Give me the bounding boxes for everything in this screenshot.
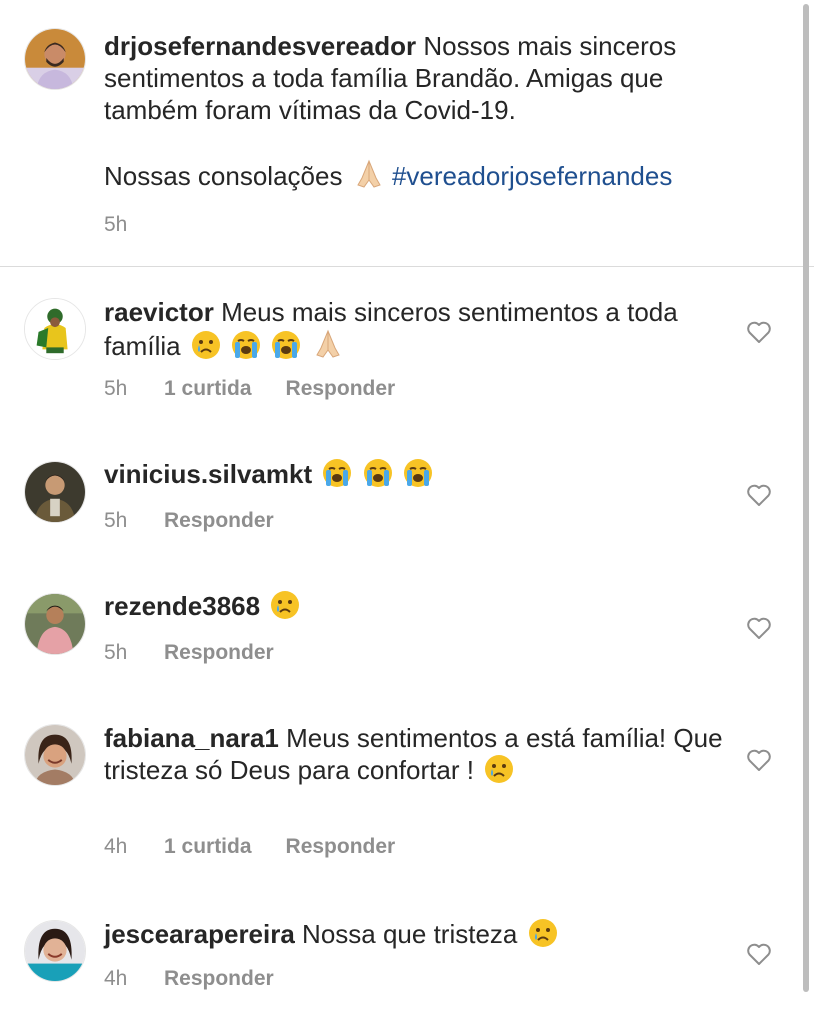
comment-text: vinicius.silvamkt (104, 458, 724, 495)
caption-username[interactable]: drjosefernandesvereador (104, 31, 416, 61)
comment-username[interactable]: rezende3868 (104, 591, 260, 621)
caption-hashtag[interactable]: #vereadorjosefernandes (392, 161, 672, 191)
loudly-crying-face-icon (363, 458, 393, 495)
comment-meta: 4h Responder (104, 966, 274, 992)
post-caption: drjosefernandesvereador Nossos mais sinc… (0, 0, 800, 266)
reply-button[interactable]: Responder (164, 508, 274, 534)
heart-outline-icon[interactable] (746, 616, 772, 640)
comment-username[interactable]: jescearapereira (104, 919, 295, 949)
loudly-crying-face-icon (322, 458, 352, 495)
comment-body: Nossa que tristeza (294, 919, 518, 949)
heart-outline-icon[interactable] (746, 483, 772, 507)
comment-username[interactable]: vinicius.silvamkt (104, 459, 312, 489)
caption-text: drjosefernandesvereador Nossos mais sinc… (104, 30, 744, 197)
comment-avatar[interactable] (24, 298, 86, 360)
caption-closing: Nossas consolações (104, 161, 343, 191)
folded-hands-icon (353, 158, 385, 197)
crying-face-icon (484, 754, 514, 791)
comment-username[interactable]: fabiana_nara1 (104, 723, 279, 753)
comment-timestamp: 5h (104, 509, 128, 532)
folded-hands-icon (312, 328, 344, 367)
comment-timestamp: 4h (104, 835, 128, 858)
crying-face-icon (191, 330, 221, 367)
comment-avatar[interactable] (24, 461, 86, 523)
crying-face-icon (528, 918, 558, 955)
caption-author-avatar[interactable] (24, 28, 86, 90)
comment-text: rezende3868 (104, 590, 724, 627)
reply-button[interactable]: Responder (164, 966, 274, 992)
comment-meta: 5h 1 curtida Responder (104, 376, 395, 402)
loudly-crying-face-icon (231, 330, 261, 367)
comment-username[interactable]: raevictor (104, 297, 214, 327)
comment-timestamp: 5h (104, 377, 128, 400)
comment-avatar[interactable] (24, 724, 86, 786)
comment-text: raevictor Meus mais sinceros sentimentos… (104, 296, 724, 367)
reply-button[interactable]: Responder (286, 376, 396, 402)
comment-timestamp: 4h (104, 967, 128, 990)
loudly-crying-face-icon (403, 458, 433, 495)
heart-outline-icon[interactable] (746, 748, 772, 772)
comment-text: fabiana_nara1 Meus sentimentos a está fa… (104, 722, 724, 791)
comment-text: jescearapereira Nossa que tristeza (104, 918, 724, 955)
loudly-crying-face-icon (271, 330, 301, 367)
comment-avatar[interactable] (24, 593, 86, 655)
crying-face-icon (270, 590, 300, 627)
reply-button[interactable]: Responder (286, 834, 396, 860)
comment-avatar[interactable] (24, 920, 86, 982)
comment-likes[interactable]: 1 curtida (164, 376, 252, 402)
heart-outline-icon[interactable] (746, 942, 772, 966)
caption-meta: 5h (104, 212, 164, 238)
caption-timestamp: 5h (104, 213, 128, 236)
caption-divider (0, 266, 814, 267)
comment-meta: 4h 1 curtida Responder (104, 834, 395, 860)
heart-outline-icon[interactable] (746, 320, 772, 344)
reply-button[interactable]: Responder (164, 640, 274, 666)
comment-meta: 5h Responder (104, 640, 274, 666)
scrollbar[interactable] (803, 4, 809, 992)
comment-meta: 5h Responder (104, 508, 274, 534)
comment-likes[interactable]: 1 curtida (164, 834, 252, 860)
comment-timestamp: 5h (104, 641, 128, 664)
